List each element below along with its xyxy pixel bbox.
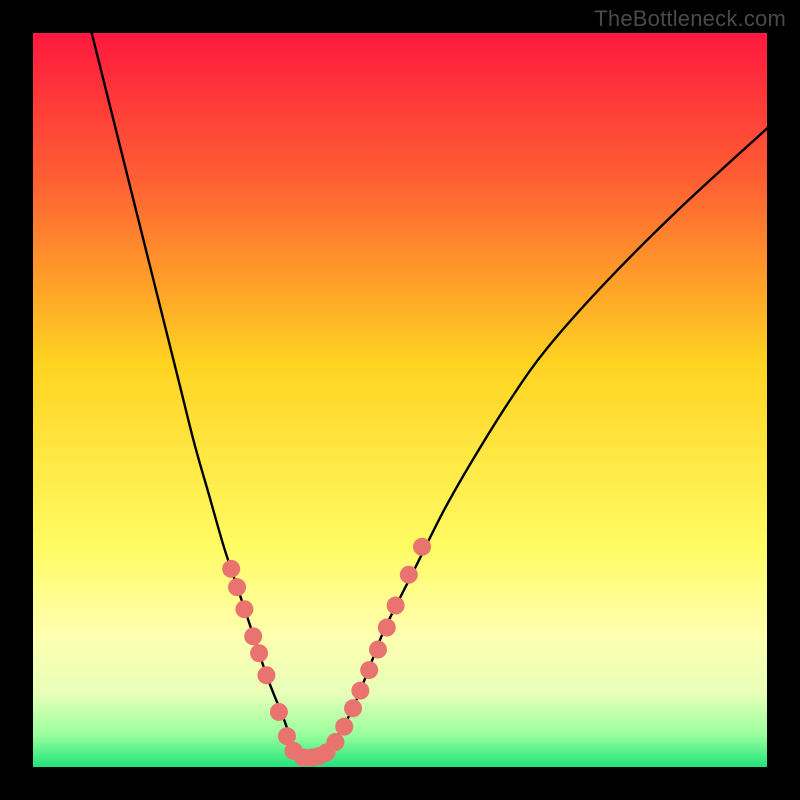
- sample-point: [235, 600, 253, 618]
- sample-point: [228, 578, 246, 596]
- sample-point: [360, 661, 378, 679]
- sample-point: [387, 597, 405, 615]
- sample-point: [335, 718, 353, 736]
- sample-point: [400, 566, 418, 584]
- sample-point: [270, 703, 288, 721]
- sample-point: [326, 733, 344, 751]
- chart-frame: TheBottleneck.com: [0, 0, 800, 800]
- sample-point: [244, 627, 262, 645]
- sample-point: [257, 666, 275, 684]
- attribution-text: TheBottleneck.com: [594, 6, 786, 32]
- sample-point: [222, 560, 240, 578]
- sample-point: [413, 538, 431, 556]
- plot-area: [33, 33, 767, 767]
- bottleneck-chart: [33, 33, 767, 767]
- gradient-background: [33, 33, 767, 767]
- sample-point: [250, 644, 268, 662]
- sample-point: [369, 641, 387, 659]
- sample-point: [344, 699, 362, 717]
- sample-point: [378, 619, 396, 637]
- sample-point: [351, 682, 369, 700]
